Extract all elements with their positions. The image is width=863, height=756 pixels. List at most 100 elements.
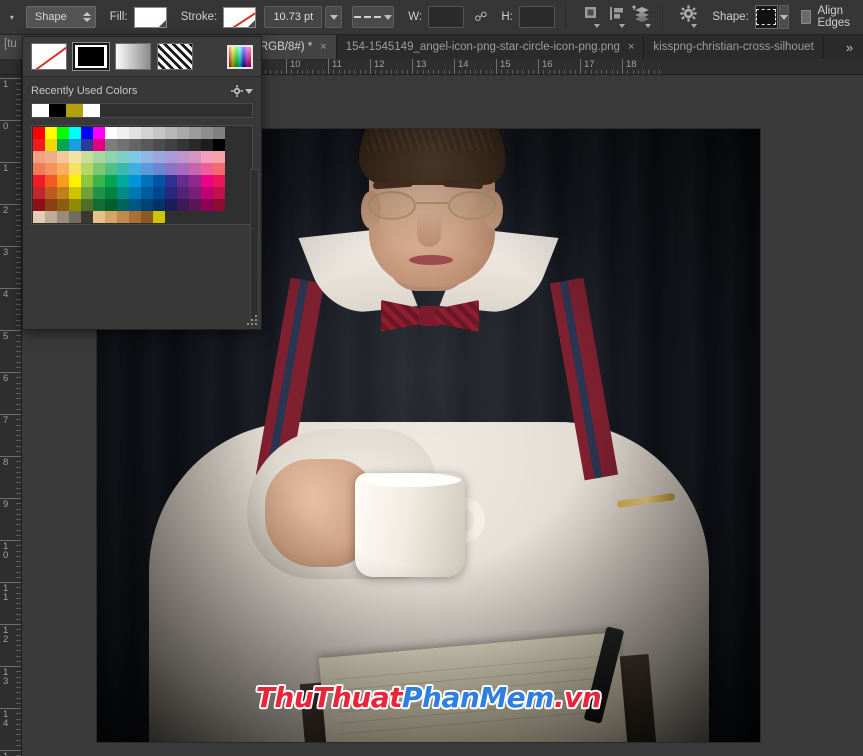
- close-icon[interactable]: ×: [628, 41, 634, 53]
- color-swatch[interactable]: [93, 163, 105, 175]
- color-swatch[interactable]: [201, 163, 213, 175]
- color-swatch[interactable]: [129, 175, 141, 187]
- color-swatch[interactable]: [177, 199, 189, 211]
- panel-resize-grip[interactable]: [247, 315, 258, 326]
- color-swatch[interactable]: [33, 139, 45, 151]
- align-edges-checkbox[interactable]: [801, 10, 812, 24]
- width-input[interactable]: [428, 6, 464, 28]
- color-swatch[interactable]: [189, 175, 201, 187]
- color-swatch[interactable]: [153, 199, 165, 211]
- color-swatch[interactable]: [33, 163, 45, 175]
- color-swatch[interactable]: [141, 187, 153, 199]
- color-swatch[interactable]: [153, 211, 165, 223]
- color-swatch[interactable]: [201, 175, 213, 187]
- custom-shape-dropdown[interactable]: [779, 5, 789, 29]
- close-icon[interactable]: ×: [320, 41, 326, 53]
- color-swatch[interactable]: [141, 127, 153, 139]
- color-swatch[interactable]: [213, 127, 225, 139]
- color-swatch[interactable]: [165, 187, 177, 199]
- vertical-ruler[interactable]: 10123456789101112131415: [0, 75, 22, 756]
- color-swatch[interactable]: [201, 187, 213, 199]
- stroke-swatch-button[interactable]: [223, 7, 256, 28]
- color-swatch[interactable]: [213, 199, 225, 211]
- color-swatch[interactable]: [81, 211, 93, 223]
- color-swatch[interactable]: [69, 151, 81, 163]
- color-swatch[interactable]: [213, 151, 225, 163]
- color-swatch[interactable]: [213, 139, 225, 151]
- stroke-width-dropdown[interactable]: [325, 6, 342, 28]
- color-swatch[interactable]: [153, 127, 165, 139]
- recent-color-swatch[interactable]: [32, 104, 49, 117]
- color-swatch[interactable]: [45, 127, 57, 139]
- gear-icon[interactable]: [679, 5, 698, 29]
- fill-type-no-color-button[interactable]: [31, 43, 67, 70]
- color-swatch[interactable]: [117, 187, 129, 199]
- color-swatch[interactable]: [129, 139, 141, 151]
- color-swatch[interactable]: [81, 151, 93, 163]
- color-swatch[interactable]: [57, 151, 69, 163]
- color-swatch[interactable]: [57, 187, 69, 199]
- color-swatch[interactable]: [105, 211, 117, 223]
- color-swatch[interactable]: [93, 139, 105, 151]
- color-swatch[interactable]: [93, 127, 105, 139]
- color-swatch[interactable]: [69, 139, 81, 151]
- color-swatch[interactable]: [105, 139, 117, 151]
- panel-menu-gear-icon[interactable]: [231, 85, 253, 97]
- color-swatch[interactable]: [189, 187, 201, 199]
- color-swatch[interactable]: [105, 163, 117, 175]
- color-swatch[interactable]: [105, 175, 117, 187]
- color-swatch[interactable]: [69, 199, 81, 211]
- color-swatch[interactable]: [93, 151, 105, 163]
- color-swatch[interactable]: [81, 187, 93, 199]
- color-swatch[interactable]: [81, 199, 93, 211]
- color-swatch[interactable]: [141, 139, 153, 151]
- color-swatch[interactable]: [213, 163, 225, 175]
- color-swatch[interactable]: [69, 175, 81, 187]
- color-swatch[interactable]: [57, 199, 69, 211]
- color-swatch[interactable]: [129, 127, 141, 139]
- fill-type-pattern-button[interactable]: [157, 43, 193, 70]
- color-swatch[interactable]: [105, 199, 117, 211]
- recent-color-swatch[interactable]: [49, 104, 66, 117]
- color-swatch[interactable]: [81, 175, 93, 187]
- document-tab-3[interactable]: kisspng-christian-cross-silhouet: [644, 35, 823, 59]
- ruler-corner[interactable]: [0, 59, 22, 75]
- fill-swatch-button[interactable]: [134, 7, 167, 28]
- color-swatch[interactable]: [201, 151, 213, 163]
- color-swatch[interactable]: [129, 199, 141, 211]
- color-swatch[interactable]: [81, 127, 93, 139]
- color-swatch[interactable]: [141, 151, 153, 163]
- color-swatch[interactable]: [129, 163, 141, 175]
- color-swatch[interactable]: [201, 139, 213, 151]
- color-swatch[interactable]: [45, 199, 57, 211]
- color-swatch[interactable]: [117, 163, 129, 175]
- color-swatch[interactable]: [117, 211, 129, 223]
- color-swatch[interactable]: [105, 187, 117, 199]
- color-swatch[interactable]: [57, 139, 69, 151]
- color-swatch[interactable]: [57, 163, 69, 175]
- color-swatch[interactable]: [45, 211, 57, 223]
- color-swatch[interactable]: [153, 175, 165, 187]
- color-swatch[interactable]: [117, 151, 129, 163]
- color-swatch[interactable]: [165, 151, 177, 163]
- color-swatch[interactable]: [105, 127, 117, 139]
- color-swatch[interactable]: [189, 139, 201, 151]
- color-swatch[interactable]: [45, 151, 57, 163]
- color-swatch[interactable]: [153, 187, 165, 199]
- color-swatch[interactable]: [141, 199, 153, 211]
- color-swatch[interactable]: [57, 175, 69, 187]
- color-swatch[interactable]: [117, 139, 129, 151]
- panel-scrollbar[interactable]: [250, 169, 259, 321]
- color-swatch[interactable]: [33, 175, 45, 187]
- height-input[interactable]: [519, 6, 555, 28]
- color-swatch[interactable]: [45, 187, 57, 199]
- color-swatch[interactable]: [153, 151, 165, 163]
- color-swatch[interactable]: [165, 139, 177, 151]
- color-swatch[interactable]: [177, 127, 189, 139]
- color-swatch[interactable]: [201, 199, 213, 211]
- color-swatch[interactable]: [129, 187, 141, 199]
- color-swatch[interactable]: [117, 127, 129, 139]
- chain-link-icon[interactable]: ☍: [474, 9, 487, 25]
- color-swatch[interactable]: [201, 127, 213, 139]
- color-swatch[interactable]: [57, 127, 69, 139]
